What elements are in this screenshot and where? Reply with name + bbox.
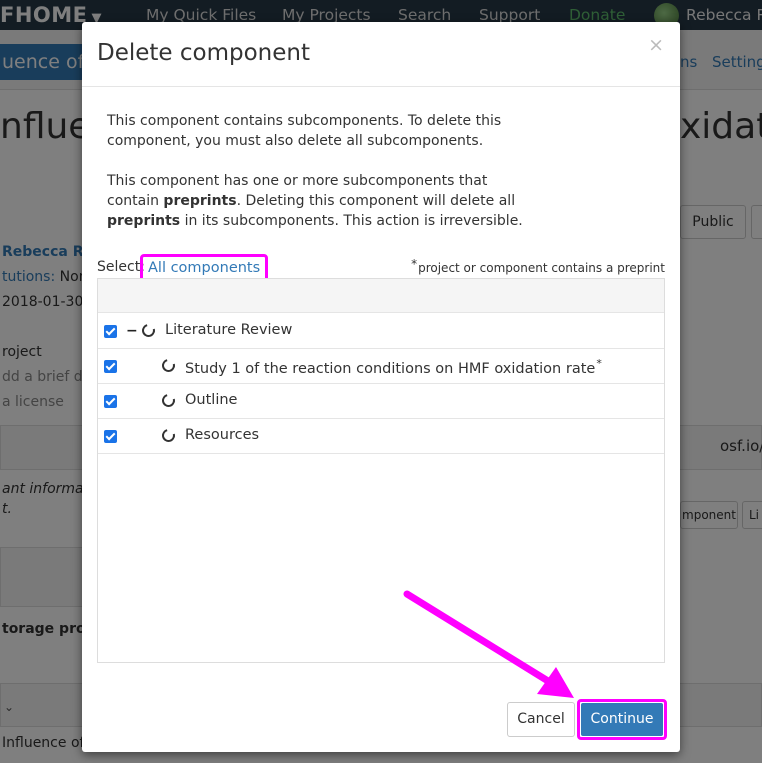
tree-row[interactable]: − Literature Review [98,314,664,349]
preprint-asterisk-icon: * [596,357,602,370]
collapse-icon[interactable]: − [126,323,138,339]
asterisk-icon: * [411,257,418,271]
component-tree: − Literature Review Study 1 of the react… [97,278,665,663]
modal-title: Delete component [97,40,310,66]
preprints-warning: This component has one or more subcompon… [107,171,527,231]
preprint-footnote: *project or component contains a preprin… [411,257,665,275]
close-icon[interactable]: × [648,34,664,56]
tree-row-label: Study 1 of the reaction conditions on HM… [185,357,602,377]
component-status-icon [159,391,178,410]
continue-highlight: Continue [577,699,667,740]
warning-preprints-emphasis: preprints [163,193,237,209]
tree-row-label: Resources [185,427,260,443]
delete-component-modal: Delete component × This component contai… [82,22,680,752]
tree-row-label: Outline [185,392,238,408]
select-label: Select: [97,259,145,275]
component-status-icon [159,426,178,445]
tree-row[interactable]: Outline [98,384,664,419]
continue-button[interactable]: Continue [581,703,663,736]
checkbox-checked[interactable] [104,430,117,443]
tree-row-label-text: Study 1 of the reaction conditions on HM… [185,361,596,377]
component-status-icon [159,356,178,375]
warning-text-part: in its subcomponents. This action is irr… [180,213,523,229]
cancel-button[interactable]: Cancel [507,702,575,737]
footnote-text: project or component contains a preprint [418,261,665,275]
tree-row[interactable]: Resources [98,419,664,454]
tree-row-label: Literature Review [165,322,293,338]
warning-text-part: . Deleting this component will delete al… [236,193,516,209]
modal-header: Delete component × [82,22,680,87]
warning-preprints-emphasis: preprints [107,213,181,229]
subcomponents-message: This component contains subcomponents. T… [107,113,502,149]
checkbox-checked[interactable] [104,325,117,338]
checkbox-checked[interactable] [104,395,117,408]
checkbox-checked[interactable] [104,360,117,373]
tree-row[interactable]: Study 1 of the reaction conditions on HM… [98,349,664,384]
component-status-icon [139,321,158,340]
tree-header [98,279,664,313]
